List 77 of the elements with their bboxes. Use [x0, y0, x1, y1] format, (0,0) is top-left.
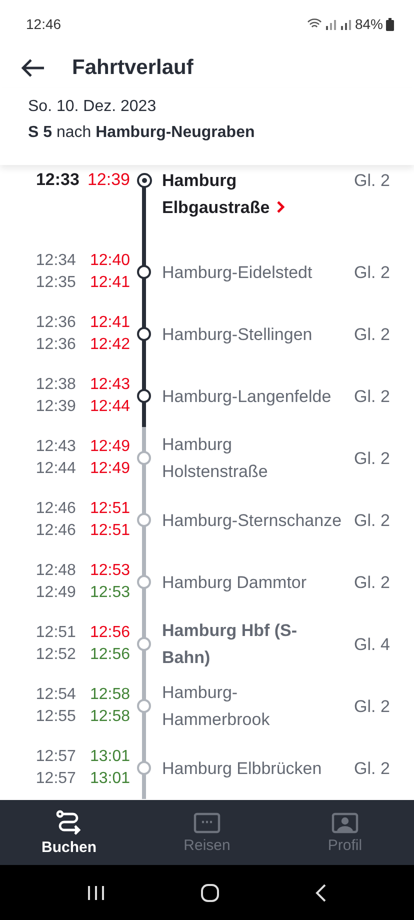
chevron-icon: [276, 201, 286, 213]
actual-time: 12:58: [90, 708, 130, 726]
planned-time: 12:36: [36, 314, 76, 332]
signal-icon: [324, 18, 337, 30]
planned-time: 12:51: [36, 624, 76, 642]
actual-time: 12:56: [90, 646, 130, 664]
platform: Gl. 2: [353, 510, 391, 532]
planned-time: 12:46: [36, 522, 76, 540]
station-name: Hamburg Holstenstraße: [161, 434, 269, 483]
nav-tab[interactable]: Buchen: [0, 800, 138, 865]
trip-line: S 5 nach Hamburg-Neugraben: [28, 124, 256, 142]
recent-apps-icon[interactable]: [87, 884, 106, 900]
station-name: Hamburg-Eidelstedt: [161, 262, 314, 284]
planned-time: 12:34: [36, 252, 76, 270]
back-icon[interactable]: [314, 882, 327, 902]
planned-time: 12:48: [36, 562, 76, 580]
planned-time: 12:57: [36, 748, 76, 766]
station-name: Hamburg-Sternschanze: [161, 510, 343, 532]
actual-time: 12:58: [90, 686, 130, 704]
planned-time: 12:36: [36, 336, 76, 354]
actual-time: 12:41: [90, 274, 130, 292]
planned-time: 12:54: [36, 686, 76, 704]
platform: Gl. 2: [353, 448, 391, 470]
wifi-icon: [306, 18, 322, 30]
battery-icon: [386, 18, 394, 30]
nav-tab[interactable]: Profil: [276, 800, 414, 865]
platform: Gl. 4: [353, 634, 391, 656]
station-name: Hamburg-Langenfelde: [161, 386, 332, 408]
station-name: Hamburg Elbgaustraße: [158, 165, 346, 221]
home-icon[interactable]: [200, 882, 220, 902]
platform: Gl. 2: [353, 696, 391, 718]
actual-time: 12:49: [90, 438, 130, 456]
planned-time: 12:57: [36, 770, 76, 788]
planned-time: 12:43: [36, 438, 76, 456]
platform: Gl. 2: [353, 758, 391, 780]
actual-time: 12:42: [90, 336, 130, 354]
actual-time: 12:53: [90, 584, 130, 602]
station-name: Hamburg-Stellingen: [161, 324, 314, 346]
planned-time: 12:38: [36, 376, 76, 394]
station-name: Hamburg Elbbrücken: [161, 758, 323, 780]
actual-time: 12:39: [87, 170, 130, 190]
ticket-icon: [193, 812, 221, 834]
planned-time: 12:33: [36, 170, 80, 190]
actual-time: 13:01: [90, 770, 130, 788]
platform: Gl. 2: [353, 386, 391, 408]
planned-time: 12:35: [36, 274, 76, 292]
trip-date: So. 10. Dez. 2023: [28, 98, 158, 116]
platform: Gl. 2: [353, 324, 391, 346]
clock: 12:46: [26, 16, 62, 32]
actual-time: 12:44: [90, 398, 130, 416]
actual-time: 13:01: [90, 748, 130, 766]
platform: Gl. 2: [353, 572, 391, 594]
station-name: Hamburg Dammtor: [161, 572, 308, 594]
actual-time: 12:41: [90, 314, 130, 332]
platform: Gl. 2: [353, 170, 391, 192]
battery-level: 84%: [354, 16, 383, 32]
station-name: Hamburg-Hammerbrook: [161, 682, 271, 731]
platform: Gl. 2: [353, 262, 391, 284]
nav-tab[interactable]: Reisen: [138, 800, 276, 865]
actual-time: 12:51: [90, 522, 130, 540]
station-name: Hamburg Hbf (S-Bahn): [161, 620, 298, 669]
planned-time: 12:39: [36, 398, 76, 416]
actual-time: 12:51: [90, 500, 130, 518]
profile-icon: [331, 812, 359, 834]
planned-time: 12:52: [36, 646, 76, 664]
planned-time: 12:44: [36, 460, 76, 478]
page-title: Fahrtverlauf: [72, 56, 194, 80]
actual-time: 12:56: [90, 624, 130, 642]
actual-time: 12:40: [90, 252, 130, 270]
signal-icon: [340, 18, 352, 30]
planned-time: 12:49: [36, 584, 76, 602]
actual-time: 12:49: [90, 460, 130, 478]
actual-time: 12:43: [90, 376, 130, 394]
planned-time: 12:46: [36, 500, 76, 518]
planned-time: 12:55: [36, 708, 76, 726]
actual-time: 12:53: [90, 562, 130, 580]
route-icon: [55, 810, 83, 836]
